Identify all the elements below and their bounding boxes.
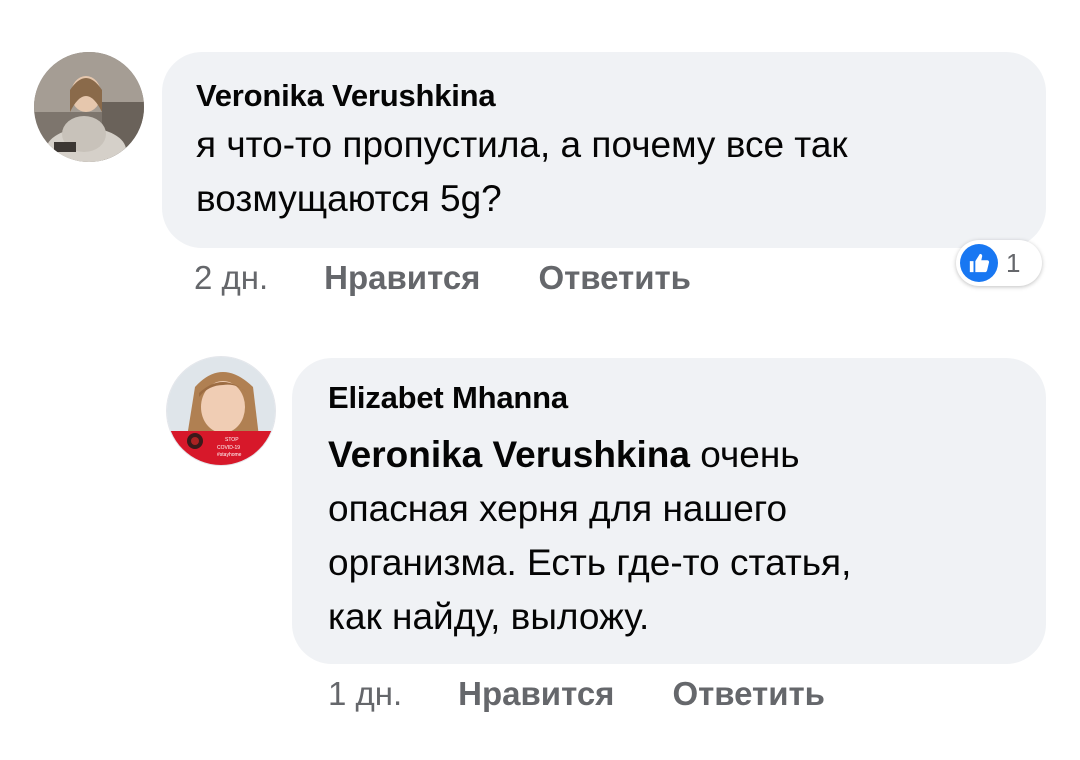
comment-timestamp[interactable]: 1 дн.: [328, 675, 402, 713]
comment-actions: 2 дн. Нравится Ответить: [194, 258, 691, 298]
svg-text:COVID-19: COVID-19: [217, 445, 240, 451]
like-icon: [960, 244, 998, 282]
comment-text: я что-то пропустила, а почему все так во…: [196, 118, 1046, 226]
comment-text-line: возмущаются 5g?: [196, 178, 502, 219]
comment-text-line: как найду, выложу.: [328, 596, 650, 637]
avatar-elizabet[interactable]: STOP COVID-19 #stayhome: [166, 356, 276, 466]
reply-button[interactable]: Ответить: [672, 675, 825, 713]
svg-text:STOP: STOP: [225, 437, 239, 443]
comment-author[interactable]: Elizabet Mhanna: [328, 380, 1046, 416]
comment-text-fragment: очень: [689, 434, 800, 475]
comment-text-line: Veronika Verushkina очень: [328, 428, 1046, 482]
avatar-veronika[interactable]: [34, 52, 144, 162]
comment-text-line: я что-то пропустила, а почему все так: [196, 124, 848, 165]
mention-link[interactable]: Veronika Verushkina: [328, 434, 690, 475]
comment-text: Veronika Verushkina очень опасная херня …: [328, 428, 1046, 644]
svg-text:#stayhome: #stayhome: [217, 452, 242, 458]
comment-bubble-veronika: Veronika Verushkina я что-то пропустила,…: [162, 52, 1046, 248]
comment-author[interactable]: Veronika Verushkina: [196, 78, 1046, 114]
comment-timestamp[interactable]: 2 дн.: [194, 259, 268, 297]
like-button[interactable]: Нравится: [458, 675, 614, 713]
reaction-count: 1: [1006, 247, 1021, 278]
reply-button[interactable]: Ответить: [538, 259, 691, 297]
comment-text-line: опасная херня для нашего: [328, 488, 788, 529]
avatar-photo-icon: [34, 52, 144, 162]
comment-bubble-elizabet: Elizabet Mhanna Veronika Verushkina очен…: [292, 358, 1046, 664]
comment-actions: 1 дн. Нравится Ответить: [328, 674, 825, 714]
comment-text-line: организма. Есть где-то статья,: [328, 542, 852, 583]
like-button[interactable]: Нравится: [324, 259, 480, 297]
avatar-photo-icon: STOP COVID-19 #stayhome: [167, 357, 275, 465]
reaction-summary[interactable]: 1: [956, 240, 1042, 286]
